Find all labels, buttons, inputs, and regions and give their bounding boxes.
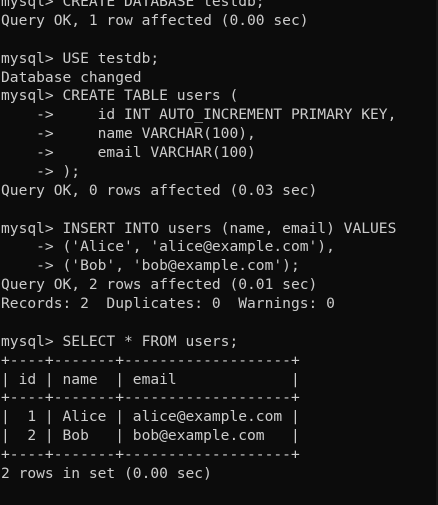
terminal-line: mysql> USE testdb; bbox=[1, 49, 160, 67]
terminal-line: -> ('Bob', 'bob@example.com'); bbox=[1, 257, 300, 275]
terminal-line: -> ('Alice', 'alice@example.com'), bbox=[1, 238, 335, 256]
table-header-row: | id | name | email | bbox=[1, 370, 300, 388]
terminal-line: mysql> CREATE DATABASE testdb; bbox=[1, 0, 265, 10]
terminal-line: Query OK, 2 rows affected (0.01 sec) bbox=[1, 276, 318, 294]
table-border: +----+-------+-------------------+ bbox=[1, 446, 300, 463]
terminal-line: -> email VARCHAR(100) bbox=[1, 144, 256, 161]
terminal-line: Query OK, 0 rows affected (0.03 sec) bbox=[1, 181, 318, 199]
terminal-line: -> id INT AUTO_INCREMENT PRIMARY KEY, bbox=[1, 106, 397, 124]
table-row: | 1 | Alice | alice@example.com | bbox=[1, 408, 300, 426]
terminal-line: mysql> CREATE TABLE users ( bbox=[1, 87, 239, 105]
terminal-line: -> name VARCHAR(100), bbox=[1, 125, 256, 143]
terminal-window[interactable]: mysql> CREATE DATABASE testdb; Query OK, … bbox=[0, 0, 438, 505]
terminal-line: mysql> SELECT * FROM users; bbox=[1, 332, 239, 350]
terminal-line: 2 rows in set (0.00 sec) bbox=[1, 464, 212, 482]
terminal-line: Database changed bbox=[1, 68, 142, 86]
terminal-line: Query OK, 1 row affected (0.00 sec) bbox=[1, 11, 309, 29]
terminal-output: mysql> CREATE DATABASE testdb; Query OK, … bbox=[1, 0, 396, 484]
table-border: +----+-------+-------------------+ bbox=[1, 389, 300, 407]
terminal-line: mysql> INSERT INTO users (name, email) V… bbox=[1, 219, 397, 237]
terminal-line: -> ); bbox=[1, 162, 81, 180]
table-border: +----+-------+-------------------+ bbox=[1, 351, 300, 369]
terminal-line: Records: 2 Duplicates: 0 Warnings: 0 bbox=[1, 295, 335, 312]
table-row: | 2 | Bob | bob@example.com | bbox=[1, 427, 300, 445]
